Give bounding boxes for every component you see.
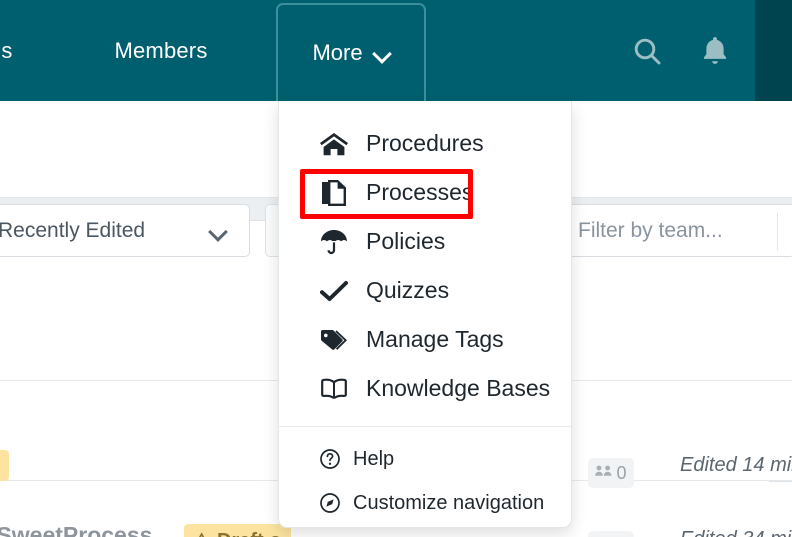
menu-item-label: Knowledge Bases (366, 375, 550, 402)
more-menu-list: Procedures Processes (279, 101, 571, 525)
menu-item-label: Quizzes (366, 277, 449, 304)
nav-link-partial[interactable]: s (0, 0, 22, 101)
nav-right-strip (755, 0, 792, 101)
edited-timestamp: Edited 34 min (680, 528, 792, 537)
menu-item-label: Customize navigation (353, 492, 544, 515)
book-icon (319, 377, 349, 401)
status-badge: nly (0, 450, 9, 481)
members-count-pill: 0 (588, 458, 634, 488)
menu-item-help[interactable]: Help (279, 437, 571, 481)
people-icon (595, 464, 612, 482)
menu-item-label: Manage Tags (366, 326, 504, 353)
draft-badge: ⚠ Draft o (184, 524, 291, 537)
bell-icon[interactable] (692, 28, 738, 74)
list-item-title[interactable]: g SweetProcess (0, 522, 152, 537)
search-icon[interactable] (624, 28, 670, 74)
chevron-down-icon (374, 48, 390, 58)
sort-select[interactable]: Recently Edited (0, 204, 250, 257)
row-separator-edge (769, 481, 792, 482)
warning-icon: ⚠ (193, 530, 210, 537)
input-divider (777, 213, 778, 250)
nav-notifications-button[interactable] (692, 0, 738, 101)
filter-by-team-input[interactable]: Filter by team... (557, 204, 792, 257)
tag-icon (319, 329, 349, 351)
menu-item-label: Procedures (366, 130, 484, 157)
menu-item-customize-navigation[interactable]: Customize navigation (279, 481, 571, 525)
check-icon (319, 280, 349, 302)
home-icon (319, 132, 349, 156)
menu-item-procedures[interactable]: Procedures (279, 119, 571, 168)
sort-select-value: Recently Edited (0, 219, 145, 243)
menu-item-processes[interactable]: Processes (279, 168, 571, 217)
copy-documents-icon (319, 180, 349, 206)
nav-link-members[interactable]: Members (105, 0, 217, 101)
edited-timestamp: Edited 14 min (680, 454, 792, 477)
chevron-down-icon (211, 225, 227, 235)
more-dropdown-menu: Procedures Processes (278, 101, 572, 528)
menu-item-policies[interactable]: Policies (279, 217, 571, 266)
members-count: 0 (616, 463, 626, 484)
umbrella-icon (319, 229, 349, 255)
menu-item-manage-tags[interactable]: Manage Tags (279, 315, 571, 364)
compass-icon (319, 492, 341, 514)
nav-more-label: More (312, 40, 362, 66)
menu-item-knowledge-bases[interactable]: Knowledge Bases (279, 364, 571, 413)
nav-search-button[interactable] (624, 0, 670, 101)
filter-by-team-placeholder: Filter by team... (578, 219, 723, 243)
menu-item-label: Processes (366, 179, 473, 206)
draft-badge-label: Draft o (217, 530, 281, 537)
top-navigation-bar: s Members More (0, 0, 792, 101)
question-circle-icon (319, 448, 341, 470)
menu-divider (279, 426, 571, 427)
menu-item-quizzes[interactable]: Quizzes (279, 266, 571, 315)
menu-item-label: Help (353, 448, 394, 471)
nav-more-button[interactable]: More (276, 3, 426, 101)
screen: Recently Edited Filter by team... nly g … (0, 0, 792, 537)
members-count-pill: 0 (588, 531, 634, 537)
menu-item-label: Policies (366, 228, 445, 255)
